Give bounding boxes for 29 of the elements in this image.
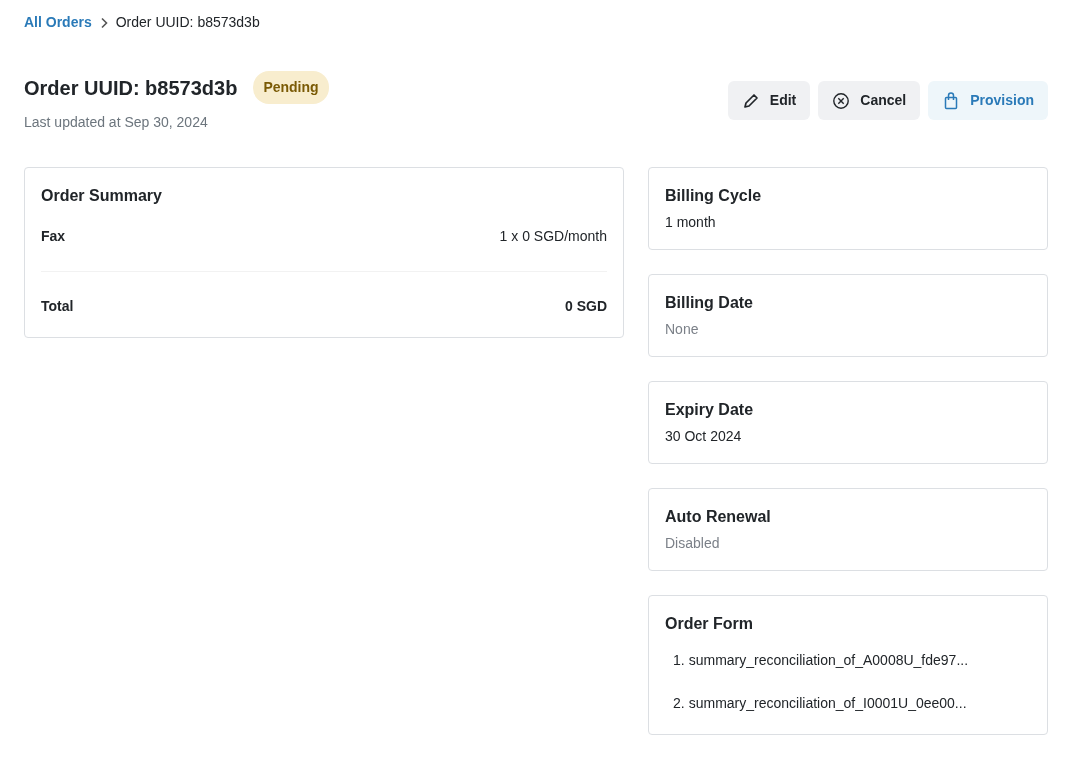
edit-button[interactable]: Edit: [727, 81, 811, 120]
breadcrumb-current: Order UUID: b8573d3b: [115, 13, 260, 32]
total-amount: 0 SGD: [565, 297, 607, 316]
pencil-icon: [741, 91, 760, 110]
list-number: 2.: [673, 694, 685, 713]
list-number: 1.: [673, 651, 685, 670]
chevron-right-icon: [99, 16, 108, 29]
detail-value: Disabled: [665, 534, 721, 553]
last-updated-text: Last updated at Sep 30, 2024: [24, 113, 209, 132]
provision-button[interactable]: Provision: [928, 81, 1048, 120]
card-title: Billing Date: [665, 293, 754, 313]
cancel-button[interactable]: Cancel: [818, 81, 921, 120]
card-title: Expiry Date: [665, 400, 755, 420]
breadcrumb-link[interactable]: All Orders: [24, 12, 92, 33]
card-title: Billing Cycle: [665, 186, 763, 206]
card-title: Auto Renewal: [665, 507, 772, 527]
item-name: Fax: [41, 227, 66, 246]
item-amount: 1 x 0 SGD/month: [499, 227, 607, 246]
circle-x-icon: [832, 91, 851, 110]
status-badge: Pending: [253, 71, 329, 104]
detail-value: 1 month: [665, 213, 717, 232]
total-label: Total: [41, 297, 74, 316]
card-title: Order Summary: [41, 186, 163, 206]
detail-value: 30 Oct 2024: [665, 427, 743, 446]
card-title: Order Form: [665, 614, 754, 634]
detail-value: None: [665, 320, 700, 339]
page-title: Order UUID: b8573d3b: [24, 75, 238, 100]
file-link[interactable]: summary_reconciliation_of_I0001U_0ee00...: [688, 693, 967, 714]
file-link[interactable]: summary_reconciliation_of_A0008U_fde97...: [688, 650, 969, 671]
